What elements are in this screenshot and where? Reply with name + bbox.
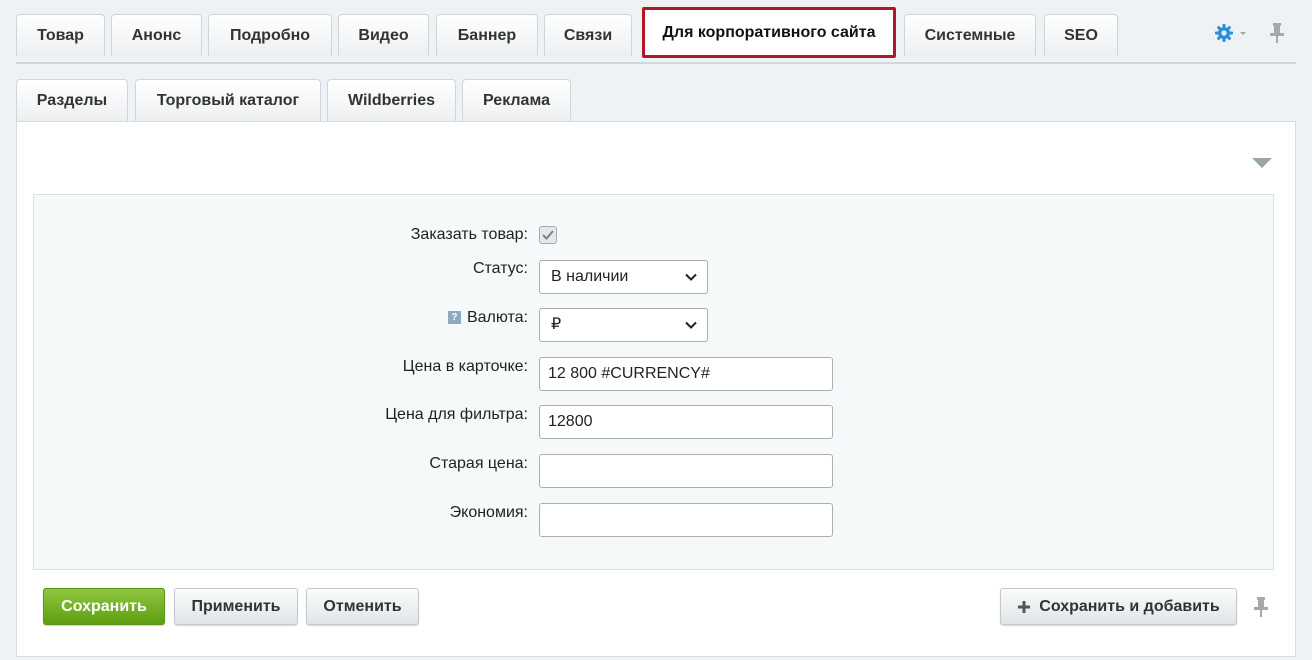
status-select[interactable]: В наличии [539,260,708,294]
tab-details[interactable]: Подробно [208,14,332,56]
tab-video[interactable]: Видео [338,14,429,56]
savings-input[interactable] [539,503,833,537]
save-and-add-label: Сохранить и добавить [1039,597,1220,615]
tab-seo[interactable]: SEO [1044,14,1118,56]
old-price-input[interactable] [539,454,833,488]
help-icon[interactable]: ? [447,311,461,324]
gear-icon[interactable] [1213,22,1247,44]
tab-system[interactable]: Системные [904,14,1036,56]
subtab-trade-catalog[interactable]: Торговый каталог [135,79,321,122]
status-label: Статус: [472,260,528,277]
card-price-input[interactable]: 12 800 #CURRENCY# [539,357,833,391]
order-product-checkbox[interactable] [539,226,557,244]
tab-corporate-site[interactable]: Для корпоративного сайта [642,7,896,58]
subtab-wildberries[interactable]: Wildberries [327,79,456,122]
save-button[interactable]: Сохранить [43,588,165,625]
save-and-add-button[interactable]: Сохранить и добавить [1000,588,1237,625]
old-price-label: Старая цена: [429,455,528,472]
currency-label-wrap: ? Валюта: [447,309,528,327]
filter-price-input[interactable]: 12800 [539,405,833,439]
currency-select[interactable]: ₽ [539,308,708,342]
savings-label: Экономия: [449,504,528,521]
status-select-value: В наличии [551,268,629,285]
order-product-label: Заказать товар: [410,226,528,243]
currency-label: Валюта: [466,309,528,326]
card-price-label: Цена в карточке: [402,358,528,375]
collapse-arrow-icon[interactable] [1252,158,1272,168]
chevron-down-icon [685,273,697,281]
plus-icon [1018,600,1031,613]
tab-links[interactable]: Связи [544,14,632,56]
filter-price-label: Цена для фильтра: [385,406,528,423]
subtab-ads[interactable]: Реклама [462,79,571,122]
tab-announce[interactable]: Анонс [111,14,202,56]
chevron-down-icon [685,321,697,329]
top-tabs-divider [16,62,1296,64]
cancel-button[interactable]: Отменить [306,588,419,625]
apply-button[interactable]: Применить [174,588,298,625]
subtab-sections[interactable]: Разделы [16,79,128,122]
tab-product[interactable]: Товар [16,14,105,56]
checkmark-icon [542,230,554,240]
currency-select-value: ₽ [551,316,562,333]
tab-banner[interactable]: Баннер [436,14,538,56]
bottom-pin-icon[interactable] [1252,596,1270,618]
pin-icon[interactable] [1268,22,1286,44]
